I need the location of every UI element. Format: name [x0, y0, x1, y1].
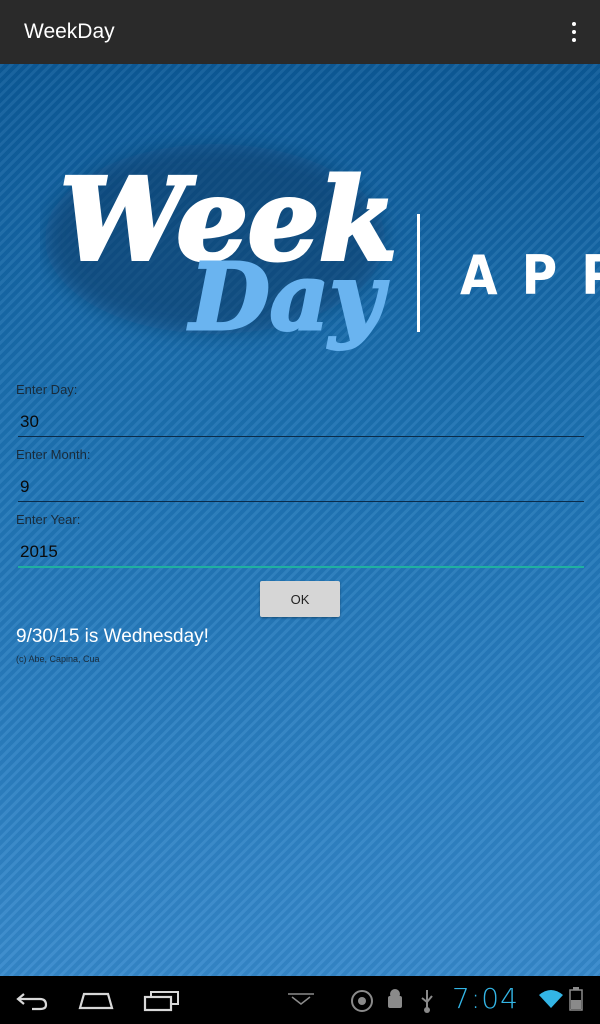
- app-title: WeekDay: [24, 20, 115, 43]
- day-input[interactable]: [18, 408, 584, 437]
- logo-app-text: APP: [460, 244, 600, 307]
- usb-icon: [421, 990, 433, 1013]
- battery-icon: [569, 987, 583, 1011]
- recent-apps-icon[interactable]: [142, 988, 182, 1012]
- wifi-icon: [539, 990, 563, 1008]
- home-icon[interactable]: [76, 988, 116, 1012]
- android-debug-icon: [388, 989, 402, 1008]
- year-label: Enter Year:: [16, 512, 81, 527]
- month-label: Enter Month:: [16, 447, 91, 462]
- ok-button[interactable]: OK: [260, 581, 340, 617]
- back-icon[interactable]: [14, 988, 50, 1012]
- system-nav-bar: 7:04: [0, 976, 600, 1024]
- chrome-sync-icon: [351, 990, 373, 1012]
- action-bar: WeekDay: [0, 0, 600, 64]
- overflow-menu-icon[interactable]: [562, 16, 586, 48]
- day-label: Enter Day:: [16, 382, 78, 397]
- credit-text: (c) Abe, Capina, Cua: [16, 654, 100, 664]
- logo-day-text: Day: [187, 243, 388, 351]
- month-input[interactable]: [18, 473, 584, 502]
- weekday-logo: Week Day APP: [40, 114, 600, 354]
- result-text: 9/30/15 is Wednesday!: [16, 626, 209, 647]
- chevron-down-icon[interactable]: [286, 992, 316, 1006]
- main-content: Week Day APP Enter Day: Enter Month: Ent…: [0, 64, 600, 976]
- year-input[interactable]: [18, 538, 584, 568]
- system-clock: 7:04: [452, 982, 519, 1015]
